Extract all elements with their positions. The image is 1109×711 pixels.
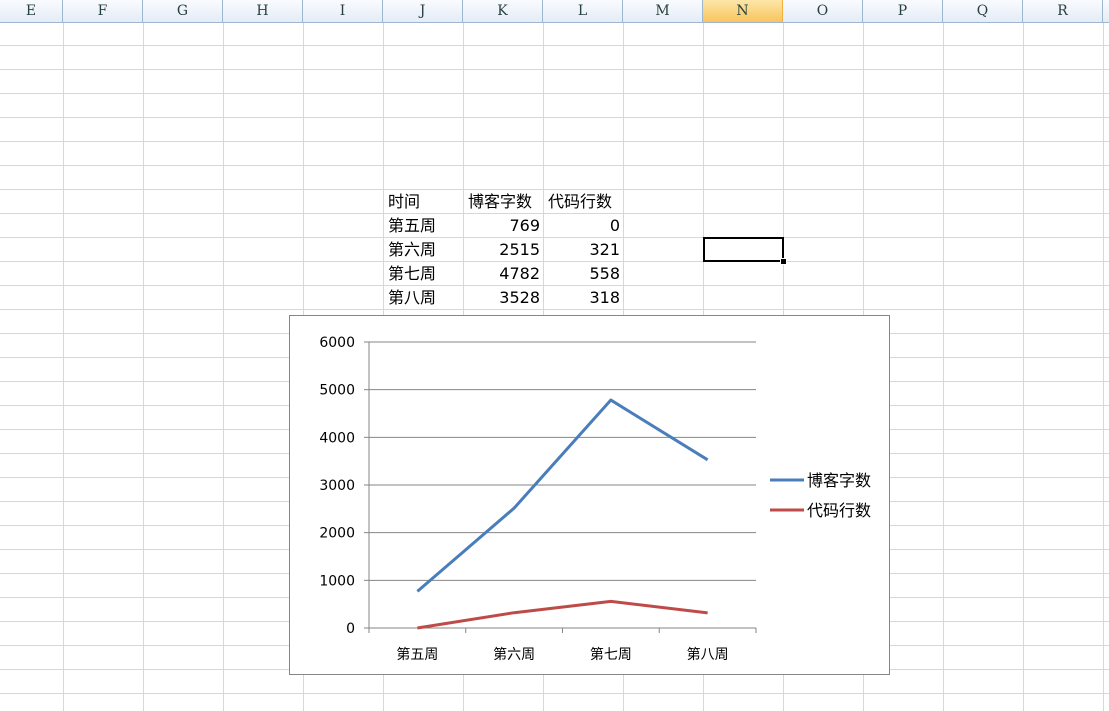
column-header-e[interactable]: E xyxy=(0,0,63,22)
cell-blog-words[interactable]: 3528 xyxy=(464,286,544,310)
header-cell-code-lines[interactable]: 代码行数 xyxy=(544,190,624,214)
cell-code-lines[interactable]: 321 xyxy=(544,238,624,262)
column-header-h[interactable]: H xyxy=(223,0,303,22)
header-cell-time[interactable]: 时间 xyxy=(384,190,464,214)
column-header-bar: EFGHIJKLMNOPQR xyxy=(0,0,1109,23)
column-header-k[interactable]: K xyxy=(463,0,543,22)
y-tick-label: 2000 xyxy=(319,526,355,542)
x-tick-label: 第七周 xyxy=(590,646,632,663)
x-tick-label: 第六周 xyxy=(493,646,535,663)
column-header-l[interactable]: L xyxy=(543,0,623,22)
column-header-j[interactable]: J xyxy=(383,0,463,22)
y-tick-label: 6000 xyxy=(319,335,355,351)
column-header-f[interactable]: F xyxy=(63,0,143,22)
cell-blog-words[interactable]: 769 xyxy=(464,214,544,238)
y-tick-label: 3000 xyxy=(319,478,355,494)
cell-week-label[interactable]: 第七周 xyxy=(384,262,464,286)
column-header-o[interactable]: O xyxy=(783,0,863,22)
fill-handle[interactable] xyxy=(780,258,787,265)
x-tick-label: 第八周 xyxy=(687,646,729,663)
cell-code-lines[interactable]: 318 xyxy=(544,286,624,310)
cell-blog-words[interactable]: 4782 xyxy=(464,262,544,286)
legend-label: 代码行数 xyxy=(807,501,871,520)
active-cell-selection[interactable] xyxy=(703,237,784,262)
y-tick-label: 4000 xyxy=(319,430,355,446)
legend-label: 博客字数 xyxy=(807,471,871,490)
header-cell-blog-words[interactable]: 博客字数 xyxy=(464,190,544,214)
column-header-i[interactable]: I xyxy=(303,0,383,22)
cell-code-lines[interactable]: 558 xyxy=(544,262,624,286)
chart-canvas: 0 1000 2000 3000 4000 5000 6000 第五周 第六周 第七周 第八周 博客字… xyxy=(319,335,871,663)
cell-week-label[interactable]: 第六周 xyxy=(384,238,464,262)
column-header-p[interactable]: P xyxy=(863,0,943,22)
cell-week-label[interactable]: 第五周 xyxy=(384,214,464,238)
series-line-2 xyxy=(417,599,708,630)
column-header-r[interactable]: R xyxy=(1023,0,1103,22)
series-line-1 xyxy=(416,398,709,593)
column-header-m[interactable]: M xyxy=(623,0,703,22)
x-tick-label: 第五周 xyxy=(396,646,438,663)
cell-week-label[interactable]: 第八周 xyxy=(384,286,464,310)
line-chart[interactable]: 0 1000 2000 3000 4000 5000 6000 第五周 第六周 第七周 第八周 博客字… xyxy=(289,315,890,675)
cell-blog-words[interactable]: 2515 xyxy=(464,238,544,262)
y-tick-label: 5000 xyxy=(319,383,355,399)
cell-code-lines[interactable]: 0 xyxy=(544,214,624,238)
column-header-n[interactable]: N xyxy=(703,0,783,22)
column-header-g[interactable]: G xyxy=(143,0,223,22)
column-header-q[interactable]: Q xyxy=(943,0,1023,22)
y-tick-label: 1000 xyxy=(319,573,355,589)
y-tick-label: 0 xyxy=(346,621,355,637)
